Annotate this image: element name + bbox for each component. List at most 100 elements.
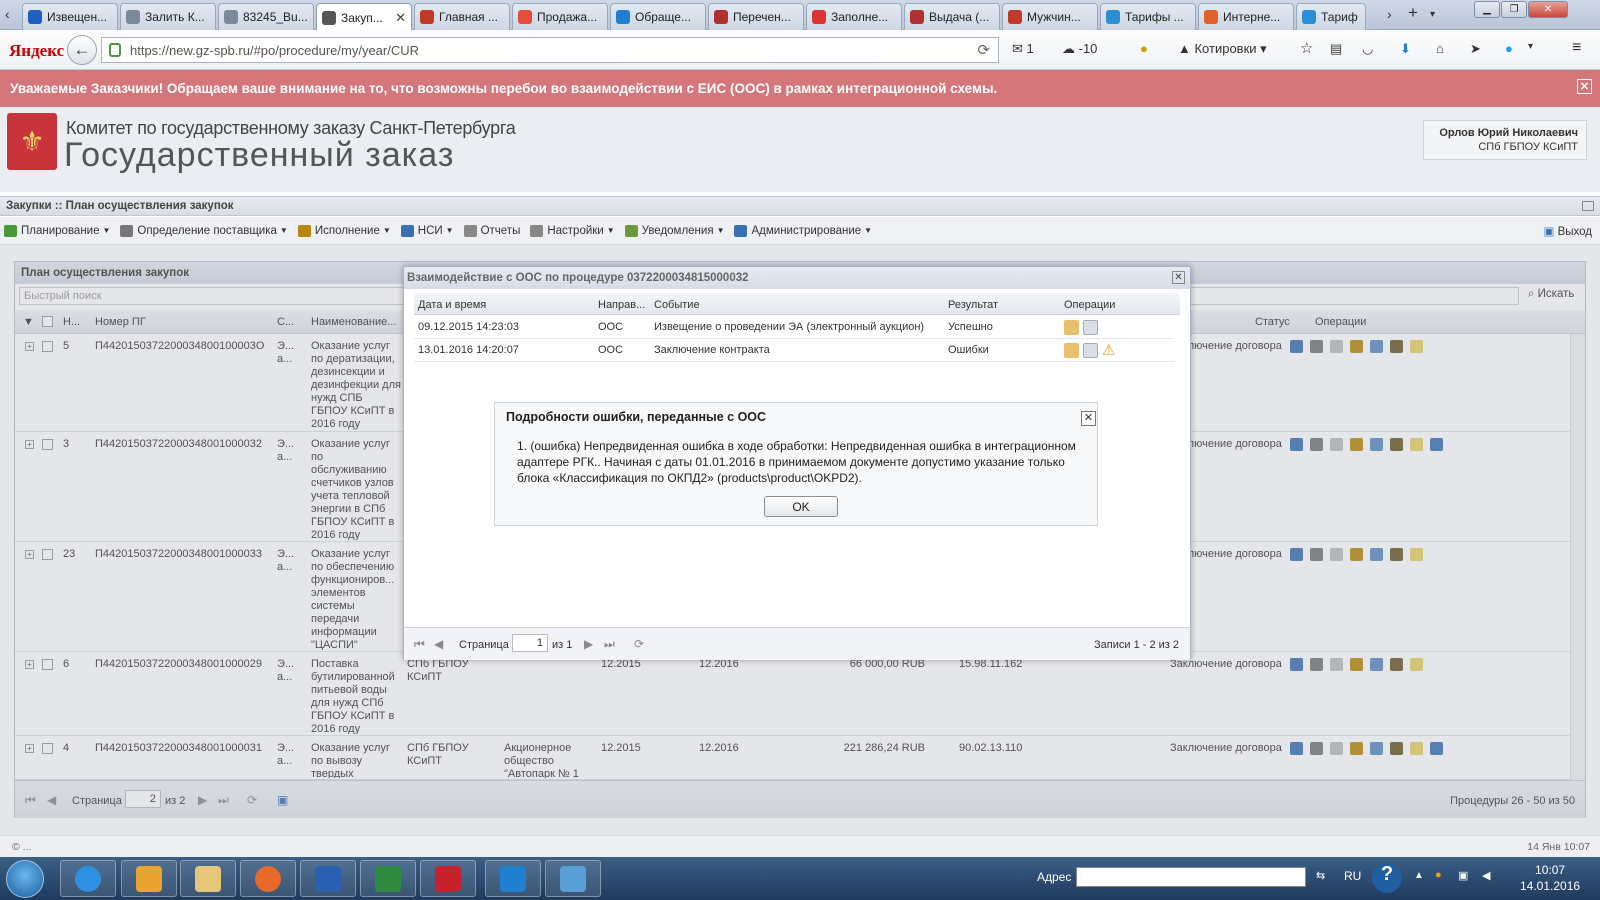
browser-tab[interactable]: Тарифы ... [1100,3,1196,30]
explorer-icon[interactable] [180,860,236,897]
interaction-row[interactable]: 13.01.2016 14:20:07 ООС Заключение контрак… [414,339,1174,362]
remote-desktop-icon[interactable] [545,860,601,897]
notice-banner: Уважаемые Заказчики! Обращаем ваше внима… [0,70,1600,107]
language-indicator[interactable]: RU [1344,869,1361,883]
reload-icon[interactable]: ⟳ [977,41,990,59]
pocket-icon[interactable]: ◡ [1362,41,1373,57]
menu-item[interactable]: Администрирование ▼ [734,224,872,237]
start-button-icon[interactable] [6,860,44,898]
ie-icon[interactable] [60,860,116,897]
close-icon[interactable]: ✕ [1172,271,1185,284]
browser-tab[interactable]: Залить К... [120,3,216,30]
user-box[interactable]: Орлов Юрий Николаевич СПб ГБПОУ КСиПТ [1423,120,1587,160]
menu-item-label: Настройки [547,224,604,237]
yandex-logo[interactable]: Яндекс [9,41,64,61]
exit-button[interactable]: ▣ Выход [1544,224,1592,238]
maximize-window-icon[interactable]: ❐ [1501,1,1527,18]
chevron-down-icon: ▼ [382,226,391,235]
address-bar[interactable]: https://new.gz-spb.ru/#po/procedure/my/y… [101,37,999,63]
browser-tab[interactable]: 83245_Bu... [218,3,314,30]
page-label: Страница [459,639,509,651]
weather-icon[interactable]: ☁ -10 [1062,41,1097,57]
refresh-icon[interactable]: ⟳ [634,637,644,651]
menu-item[interactable]: Планирование ▼ [4,224,110,237]
collapse-icon[interactable] [1582,201,1594,211]
browser-tab[interactable]: Мужчин... [1002,3,1098,30]
package-icon[interactable] [1064,320,1079,335]
first-page-icon[interactable]: ⏮ [414,637,425,652]
help-icon[interactable]: ? [1372,863,1402,893]
close-icon[interactable]: ✕ [1081,411,1096,426]
browser-tab[interactable]: Продажа... [512,3,608,30]
acrobat-icon[interactable] [420,860,476,897]
download-icon[interactable]: ⬇ [1400,41,1411,57]
menu-item[interactable]: Отчеты [463,224,520,237]
browser-tab[interactable]: Интерне... [1198,3,1294,30]
menu-item[interactable]: Определение поставщика ▼ [120,224,288,237]
clock[interactable]: 10:07 14.01.2016 [1520,862,1580,894]
browser-tab[interactable]: Заполне... [806,3,902,30]
tab-scroll-right-icon[interactable]: › [1387,6,1392,22]
coin-icon[interactable]: ● [1140,41,1148,56]
col-direction[interactable]: Направ... [598,299,646,311]
footer-datetime: 14 Янв 10:07 [1527,841,1590,853]
address-toolbar-input[interactable] [1076,867,1306,887]
last-page-icon[interactable]: ⏭ [604,637,615,652]
interaction-row[interactable]: 09.12.2015 14:23:03 ООС Извещение о провед… [414,316,1174,339]
menu-item[interactable]: Уведомления ▼ [624,224,724,237]
close-window-icon[interactable]: ✕ [1528,1,1568,18]
browser-tab[interactable]: Тариф [1296,3,1366,30]
home-icon[interactable]: ⌂ [1436,41,1444,56]
next-page-icon[interactable]: ▶ [584,637,593,651]
browser-tab[interactable]: Закуп... ✕ [316,3,412,31]
mail-icon[interactable]: ✉ 1 [1012,41,1034,57]
new-tab-icon[interactable]: + [1408,3,1418,23]
tab-favicon-icon [224,10,238,24]
skype-icon[interactable]: ● [1505,41,1513,56]
package-icon[interactable] [1064,343,1079,358]
menu-icon[interactable]: ≡ [1572,39,1581,57]
document-icon[interactable] [1083,320,1098,335]
clock-time: 10:07 [1535,863,1566,877]
browser-tab[interactable]: Обраще... [610,3,706,30]
prev-page-icon[interactable]: ◀ [434,637,443,651]
col-event[interactable]: Событие [654,299,700,311]
chevron-down-icon[interactable]: ▾ [1528,41,1533,52]
menu-item[interactable]: НСИ ▼ [400,224,454,237]
warning-icon[interactable]: ⚠ [1102,343,1115,358]
tab-scroll-left-icon[interactable]: ‹ [5,6,10,22]
teamviewer-icon[interactable] [485,860,541,897]
browser-tab[interactable]: Извещен... [22,3,118,30]
word-icon[interactable] [300,860,356,897]
browser-tab[interactable]: Выдача (... [904,3,1000,30]
outlook-icon[interactable] [121,860,177,897]
col-datetime[interactable]: Дата и время [418,299,486,311]
ok-button[interactable]: OK [764,496,838,517]
document-icon[interactable] [1083,343,1098,358]
back-button[interactable]: ← [67,35,97,65]
tab-list-icon[interactable]: ▾ [1430,9,1435,20]
tray-app-icon[interactable]: ● [1435,869,1442,881]
page-input[interactable]: 1 [512,634,548,652]
tab-favicon-icon [1204,10,1218,24]
menu-item[interactable]: Исполнение ▼ [297,224,391,237]
star-icon[interactable]: ☆ [1300,39,1313,57]
send-icon[interactable]: ➤ [1470,41,1481,57]
go-icon[interactable]: ⇆ [1316,869,1325,882]
browser-tab[interactable]: Перечен... [708,3,804,30]
col-operations[interactable]: Операции [1064,299,1115,311]
tray-expand-icon[interactable]: ▲ [1414,870,1424,881]
quotes-button[interactable]: ▲ Котировки ▾ [1178,41,1267,57]
col-result[interactable]: Результат [948,299,998,311]
excel-icon[interactable] [360,860,416,897]
menu-item[interactable]: Настройки ▼ [530,224,615,237]
reader-icon[interactable]: ▤ [1330,41,1342,57]
volume-icon[interactable]: ◀ [1482,869,1490,882]
network-icon[interactable]: ▣ [1458,869,1468,882]
close-icon[interactable]: ✕ [1577,79,1592,94]
browser-tab[interactable]: Главная ... [414,3,510,30]
firefox-icon[interactable] [240,860,296,897]
tab-label: Главная ... [439,10,499,24]
minimize-window-icon[interactable]: ▁ [1474,1,1500,18]
close-tab-icon[interactable]: ✕ [395,10,406,26]
